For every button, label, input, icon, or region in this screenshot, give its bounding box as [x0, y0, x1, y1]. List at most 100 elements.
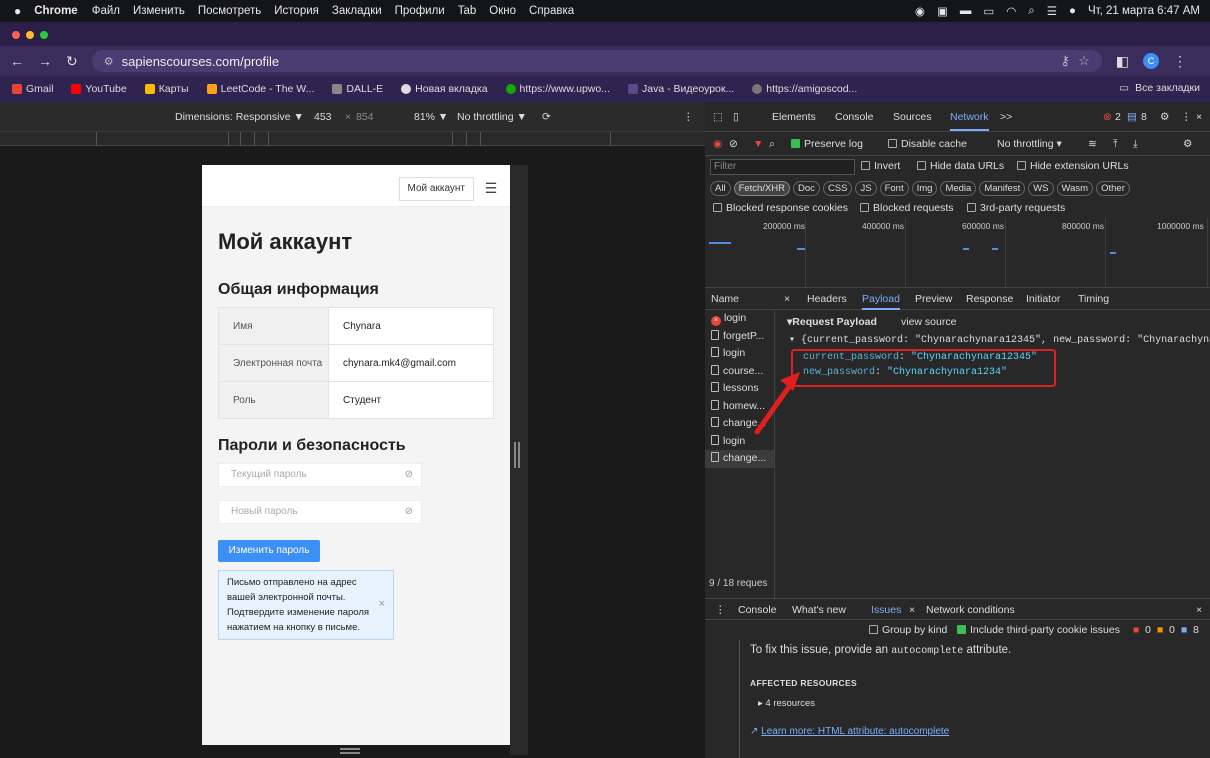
resources-toggle[interactable]: ▸ 4 resources — [758, 698, 815, 709]
tab-headers[interactable]: Headers — [807, 293, 847, 305]
more-options-icon[interactable]: ⋮ — [683, 111, 694, 123]
blocked-requests-checkbox[interactable]: Blocked requests — [860, 202, 954, 214]
request-payload-title[interactable]: ▾Request Payload — [787, 316, 877, 328]
search-icon[interactable]: ⌕ — [1028, 5, 1034, 18]
menu-bookmarks[interactable]: Закладки — [332, 5, 382, 17]
tab-network[interactable]: Network — [950, 111, 989, 131]
message-icon[interactable]: ▤ — [1127, 111, 1137, 123]
type-media[interactable]: Media — [940, 181, 977, 196]
view-source-link[interactable]: view source — [901, 316, 956, 328]
clock[interactable]: Чт, 21 марта 6:47 AM — [1088, 5, 1200, 17]
type-other[interactable]: Other — [1096, 181, 1130, 196]
hamburger-icon[interactable]: ☰ — [482, 179, 500, 197]
bookmark-java[interactable]: Java - Видеоурок... — [628, 83, 734, 95]
bookmark-maps[interactable]: Карты — [144, 83, 189, 95]
bookmark-gmail[interactable]: Gmail — [12, 83, 53, 95]
name-column-header[interactable]: Name — [711, 293, 739, 305]
type-font[interactable]: Font — [879, 181, 909, 196]
profile-avatar[interactable]: C — [1142, 53, 1159, 69]
close-devtools-icon[interactable]: × — [1196, 111, 1202, 123]
zoom-window-icon[interactable] — [40, 31, 48, 39]
wifi-icon[interactable]: ◠ — [1006, 4, 1016, 18]
bookmark-upwork[interactable]: https://www.upwo... — [505, 83, 610, 95]
close-issues-icon[interactable]: × — [909, 604, 915, 616]
preserve-log-checkbox[interactable]: Preserve log — [791, 138, 863, 150]
menu-edit[interactable]: Изменить — [133, 5, 185, 17]
bookmark-youtube[interactable]: YouTube — [71, 83, 127, 95]
width-input[interactable]: 453 — [314, 111, 332, 123]
list-item[interactable]: homew... — [705, 398, 774, 416]
list-item-selected[interactable]: change... — [705, 450, 774, 468]
menu-file[interactable]: Файл — [92, 5, 120, 17]
list-item[interactable]: change... — [705, 415, 774, 433]
menu-help[interactable]: Справка — [529, 5, 574, 17]
list-item[interactable]: forgetP... — [705, 328, 774, 346]
type-js[interactable]: JS — [855, 181, 877, 196]
throttling-select[interactable]: No throttling ▾ — [997, 138, 1062, 150]
resize-handle[interactable] — [514, 442, 520, 468]
list-item[interactable]: login — [705, 345, 774, 363]
menu-profiles[interactable]: Профили — [395, 5, 445, 17]
bookmark-amigoscode[interactable]: https://amigoscod... — [752, 83, 857, 95]
tab-initiator[interactable]: Initiator — [1026, 293, 1060, 305]
list-item[interactable]: × login — [705, 310, 774, 328]
settings-icon[interactable]: ⚙ — [1160, 111, 1169, 123]
dimensions-select[interactable]: Dimensions: Responsive ▼ — [175, 111, 304, 123]
payload-summary[interactable]: ▾ {current_password: "Chynarachynara1234… — [789, 334, 1210, 346]
eye-off-icon[interactable]: ⊘ — [405, 501, 413, 523]
export-icon[interactable]: ⤓ — [1133, 138, 1138, 151]
site-info-icon[interactable]: ⚙ — [104, 55, 114, 68]
account-button[interactable]: Мой аккаунт — [398, 177, 474, 201]
siri-icon[interactable]: ● — [1069, 5, 1076, 17]
menu-tab[interactable]: Tab — [458, 5, 477, 17]
menu-view[interactable]: Посмотреть — [198, 5, 261, 17]
drawer-tab-whats-new[interactable]: What's new — [792, 604, 846, 616]
close-drawer-icon[interactable]: × — [1196, 604, 1202, 616]
menu-window[interactable]: Окно — [489, 5, 516, 17]
menu-history[interactable]: История — [274, 5, 319, 17]
app-name[interactable]: Chrome — [34, 5, 77, 17]
learn-more-link[interactable]: ↗ Learn more: HTML attribute: autocomple… — [750, 726, 949, 737]
url-bar[interactable]: ⚙ sapienscourses.com/profile ⚷ ☆ — [91, 50, 1102, 72]
minimize-window-icon[interactable] — [26, 31, 34, 39]
clear-icon[interactable]: ⊘ — [729, 138, 738, 150]
blocked-cookies-checkbox[interactable]: Blocked response cookies — [713, 202, 848, 214]
tab-payload[interactable]: Payload — [862, 293, 900, 310]
network-settings-icon[interactable]: ⚙ — [1183, 138, 1192, 150]
apple-icon[interactable]: ● — [14, 4, 21, 18]
current-password-input[interactable]: Текущий пароль ⊘ — [218, 463, 422, 487]
record-icon[interactable]: ◉ — [713, 138, 722, 150]
tab-response[interactable]: Response — [966, 293, 1013, 305]
flag-icon[interactable]: ▬ — [960, 5, 972, 17]
throttling-select[interactable]: No throttling ▼ — [457, 111, 527, 123]
close-window-icon[interactable] — [12, 31, 20, 39]
back-icon[interactable]: ← — [10, 53, 24, 69]
forward-icon[interactable]: → — [38, 53, 52, 69]
camera-icon[interactable]: ◉ — [915, 4, 925, 18]
close-detail-icon[interactable]: × — [784, 293, 790, 305]
network-conditions-icon[interactable]: ≋ — [1088, 138, 1097, 150]
error-count[interactable]: 2 — [1115, 111, 1121, 123]
height-input[interactable]: 854 — [356, 111, 374, 123]
type-img[interactable]: Img — [911, 181, 938, 196]
tab-preview[interactable]: Preview — [915, 293, 952, 305]
hide-data-urls-checkbox[interactable]: Hide data URLs — [917, 160, 1004, 172]
list-item[interactable]: course... — [705, 363, 774, 381]
type-css[interactable]: CSS — [822, 181, 853, 196]
control-center-icon[interactable]: ☰ — [1047, 4, 1057, 18]
search-icon[interactable]: ⌕ — [769, 138, 775, 151]
type-fetch-xhr[interactable]: Fetch/XHR — [733, 181, 791, 196]
tab-more[interactable]: >> — [1000, 111, 1012, 123]
drawer-tab-console[interactable]: Console — [738, 604, 777, 616]
rotate-icon[interactable]: ⟳ — [542, 111, 551, 123]
hide-extension-urls-checkbox[interactable]: Hide extension URLs — [1017, 160, 1129, 172]
device-toggle-icon[interactable]: ▯ — [733, 111, 739, 123]
inspect-icon[interactable]: ⬚ — [713, 111, 723, 123]
menu-icon[interactable]: ⋮ — [1173, 53, 1187, 70]
filter-input[interactable]: Filter — [710, 159, 855, 175]
all-bookmarks[interactable]: ▭ Все закладки — [1119, 82, 1200, 94]
invert-checkbox[interactable]: Invert — [861, 160, 900, 172]
import-icon[interactable]: ⤒ — [1113, 138, 1118, 151]
key-icon[interactable]: ⚷ — [1061, 53, 1071, 69]
group-by-kind-checkbox[interactable]: Group by kind — [869, 624, 947, 636]
